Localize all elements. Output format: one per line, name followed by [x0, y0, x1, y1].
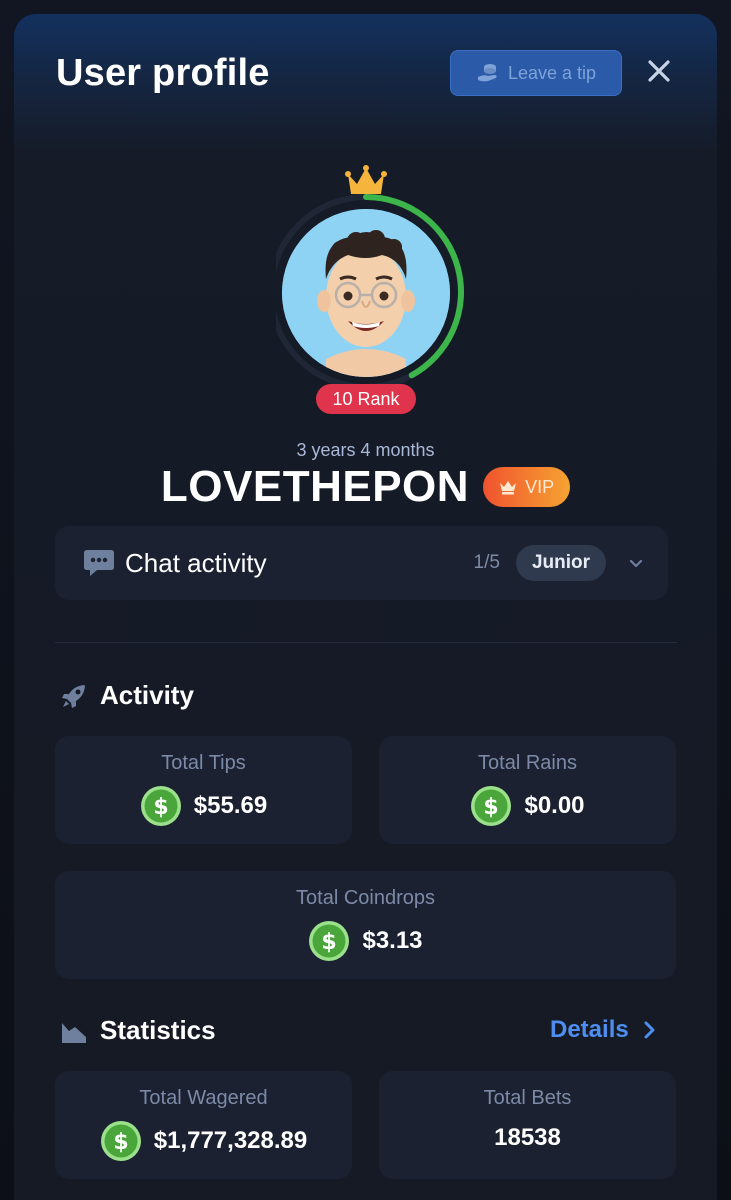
leave-tip-button[interactable]: Leave a tip	[450, 50, 622, 96]
close-button[interactable]	[642, 54, 676, 88]
svg-text:$: $	[153, 795, 168, 820]
crown-small-icon	[500, 481, 517, 495]
member-since: 3 years 4 months	[296, 440, 435, 460]
dollar-coin-icon: $	[140, 786, 181, 826]
stat-label: Total Coindrops	[296, 887, 435, 909]
stat-value: $0.00	[524, 792, 585, 819]
username: LOVETHEPON	[160, 462, 470, 511]
total-bets-card: Total Bets 18538	[379, 1071, 676, 1179]
svg-text:$: $	[484, 795, 499, 820]
rocket-icon	[62, 684, 85, 708]
chat-activity-count: 1/5	[473, 552, 500, 573]
stat-value: $1,777,328.89	[153, 1127, 308, 1154]
dollar-coin-icon: $	[309, 921, 350, 961]
details-link[interactable]: Details	[550, 1016, 657, 1044]
stat-label: Total Bets	[483, 1087, 572, 1109]
svg-text:$: $	[322, 930, 337, 955]
total-tips-card: Total Tips $ $55.69	[55, 736, 352, 844]
rank-badge: 10 Rank	[316, 384, 416, 414]
activity-heading-label: Activity	[100, 680, 194, 710]
dollar-coin-icon: $	[100, 1121, 141, 1161]
stat-value: 18538	[494, 1124, 561, 1151]
close-icon	[648, 60, 670, 82]
stat-label: Total Rains	[478, 752, 577, 774]
area-chart-icon	[62, 1022, 86, 1043]
chat-level-badge: Junior	[515, 545, 606, 581]
stat-label: Total Tips	[161, 752, 246, 774]
total-coindrops-card: Total Coindrops $ $3.13	[55, 871, 676, 979]
details-label: Details	[550, 1016, 629, 1043]
stat-value: $55.69	[193, 792, 268, 819]
username-row: LOVETHEPON VIP	[14, 462, 717, 512]
chat-bubble-icon	[84, 550, 114, 576]
chevron-right-icon	[644, 1021, 655, 1039]
stat-label: Total Wagered	[139, 1087, 268, 1109]
vip-badge: VIP	[483, 467, 571, 507]
avatar	[282, 209, 450, 377]
statistics-heading: Statistics	[60, 1015, 216, 1046]
stat-value: $3.13	[362, 927, 423, 954]
chat-activity-label: Chat activity	[125, 547, 267, 578]
leave-tip-label: Leave a tip	[507, 62, 597, 83]
statistics-heading-label: Statistics	[100, 1015, 216, 1045]
chevron-down-icon[interactable]	[628, 555, 644, 571]
user-profile-modal: User profile Leave a tip 10 Rank 3 years…	[14, 14, 717, 1200]
modal-title: User profile	[56, 52, 270, 94]
total-wagered-card: Total Wagered $ $1,777,328.89	[55, 1071, 352, 1179]
chat-activity-card[interactable]: Chat activity 1/5 Junior	[55, 526, 668, 600]
vip-label: VIP	[525, 476, 555, 497]
activity-heading: Activity	[60, 680, 194, 711]
coin-hand-icon	[477, 64, 497, 82]
svg-text:$: $	[113, 1130, 128, 1155]
dollar-coin-icon: $	[471, 786, 512, 826]
total-rains-card: Total Rains $ $0.00	[379, 736, 676, 844]
section-divider	[55, 642, 677, 643]
